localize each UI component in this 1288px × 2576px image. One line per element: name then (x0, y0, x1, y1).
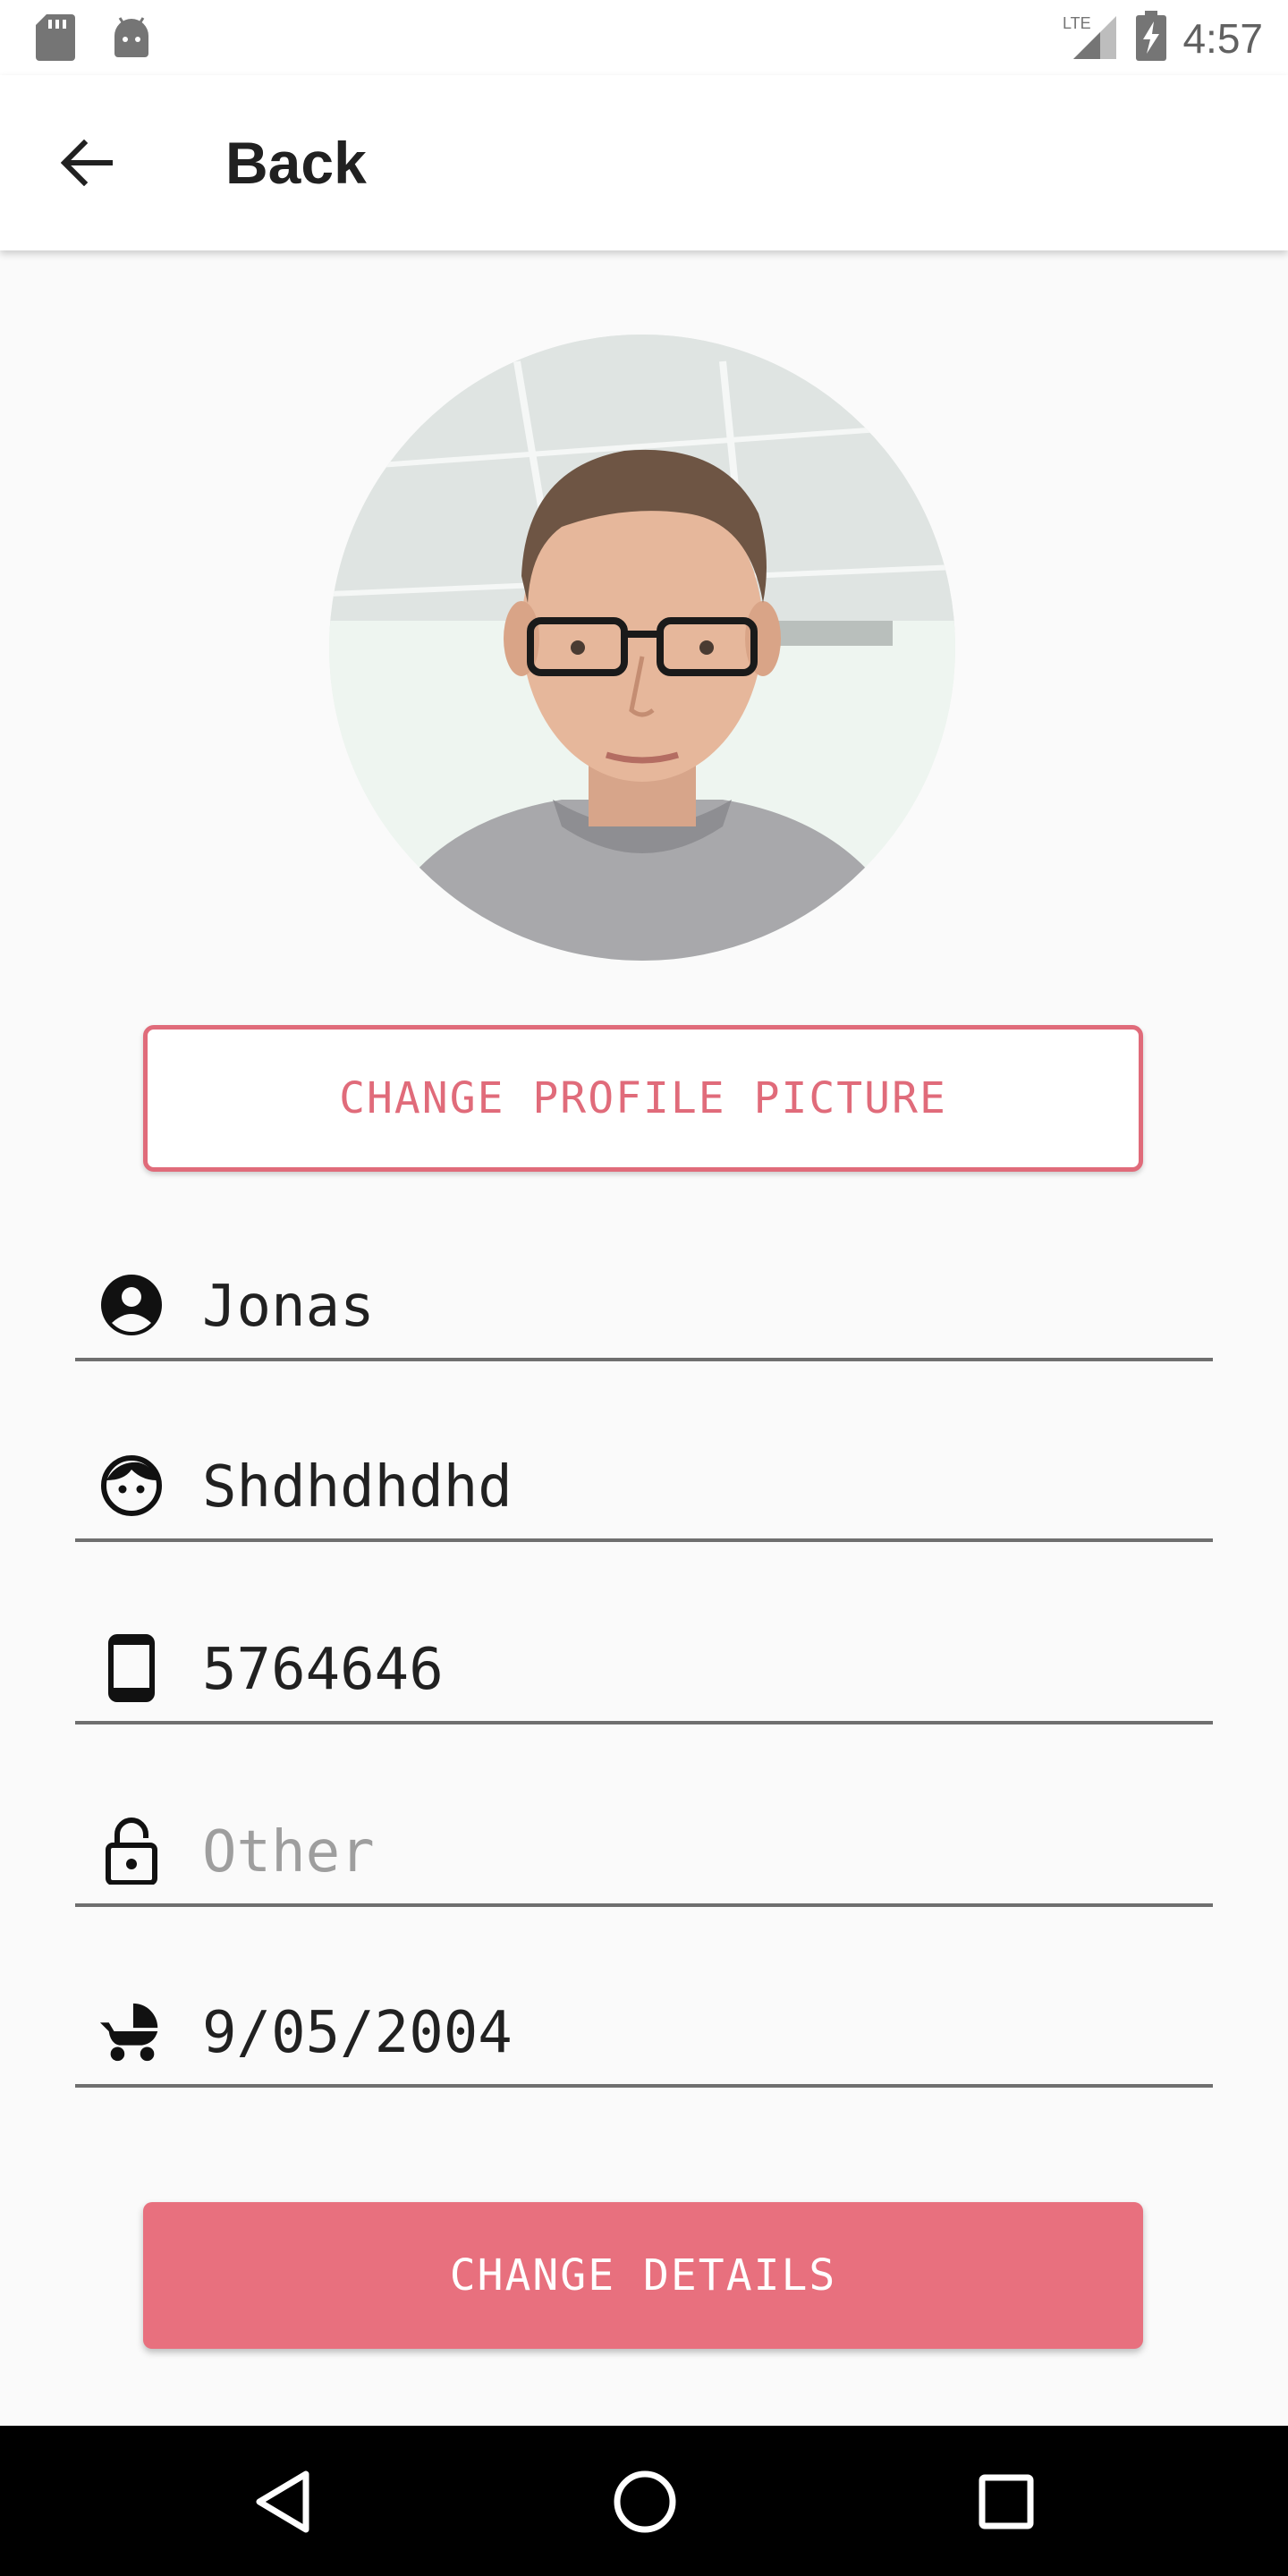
app-bar: Back (0, 75, 1288, 250)
nav-back-icon[interactable] (243, 2462, 324, 2542)
first-name-value: Jonas (202, 1274, 375, 1340)
status-time: 4:57 (1182, 14, 1263, 62)
last-name-field[interactable]: Shdhdhdhd (75, 1435, 1213, 1542)
battery-charging-icon (1136, 11, 1167, 65)
status-right-icons: LTE 4:57 (1061, 11, 1263, 65)
phone-value: 5764646 (202, 1637, 444, 1703)
lock-open-icon (98, 1818, 165, 1885)
nav-recents-icon[interactable] (966, 2462, 1046, 2542)
account-circle-icon (98, 1272, 165, 1338)
status-bar: LTE 4:57 (0, 0, 1288, 75)
edit-profile-screen: LTE 4:57 Back CHANGE PROFILE PICTURE Jon… (0, 0, 1288, 2576)
change-details-button[interactable]: CHANGE DETAILS (143, 2202, 1143, 2349)
birthdate-field[interactable]: 9/05/2004 (75, 1980, 1213, 2088)
android-icon (111, 14, 152, 65)
profile-photo (329, 335, 955, 961)
birthdate-value: 9/05/2004 (202, 2000, 513, 2066)
other-field[interactable]: Other (75, 1800, 1213, 1907)
first-name-field[interactable]: Jonas (75, 1254, 1213, 1361)
last-name-value: Shdhdhdhd (202, 1454, 513, 1521)
phone-field[interactable]: 5764646 (75, 1617, 1213, 1724)
sd-card-icon (36, 14, 75, 65)
svg-text:LTE: LTE (1063, 14, 1091, 32)
face-icon (98, 1453, 165, 1519)
stroller-icon (98, 1998, 165, 2064)
other-placeholder: Other (202, 1819, 375, 1885)
navigation-bar (0, 2426, 1288, 2576)
status-left-icons (36, 14, 152, 65)
phone-icon (98, 1634, 165, 1702)
change-profile-picture-button[interactable]: CHANGE PROFILE PICTURE (143, 1025, 1143, 1172)
arrow-back-icon[interactable] (54, 129, 122, 197)
lte-signal-icon: LTE (1061, 11, 1120, 65)
page-title[interactable]: Back (225, 129, 367, 197)
nav-home-icon[interactable] (605, 2462, 685, 2542)
